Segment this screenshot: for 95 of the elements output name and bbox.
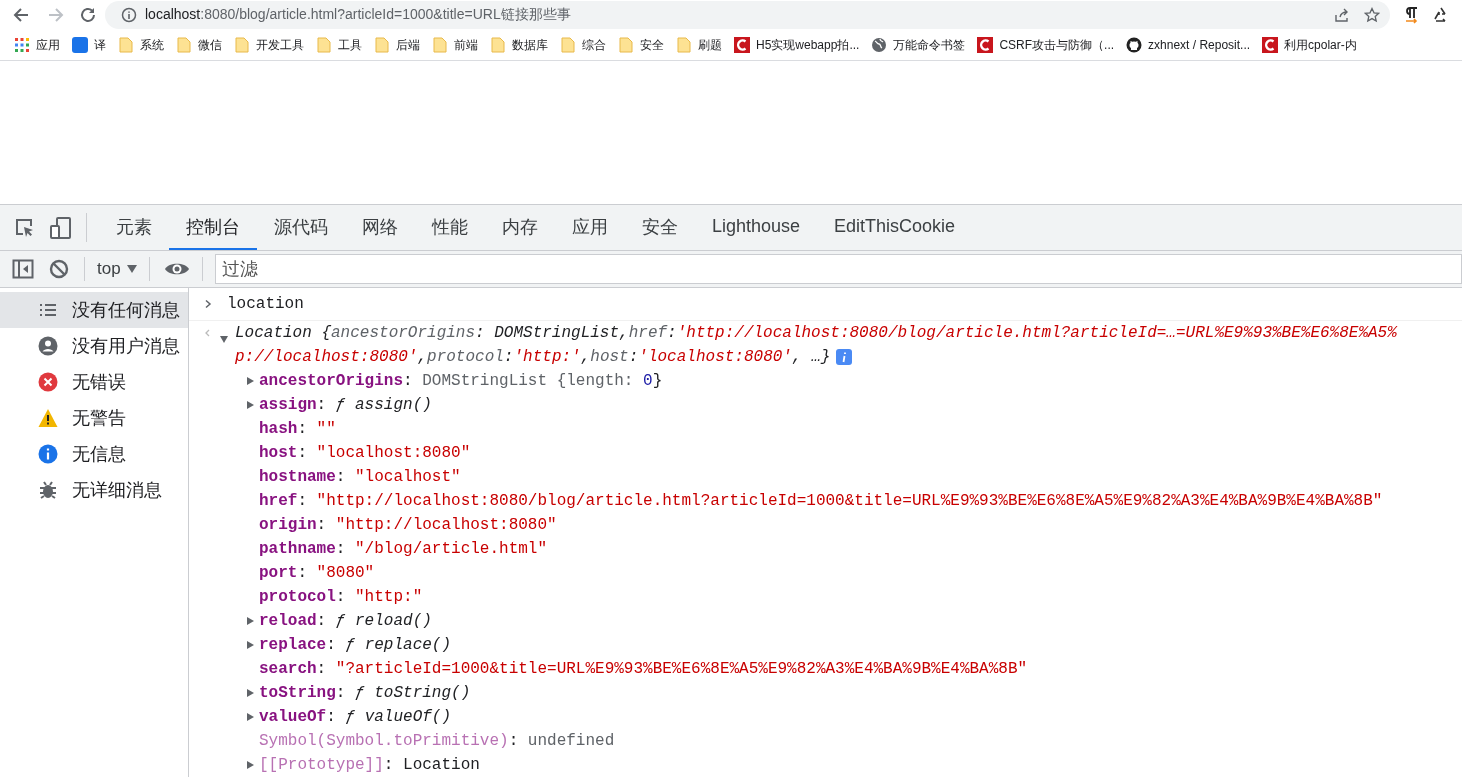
property-line: replace: ƒ replace() bbox=[259, 635, 452, 656]
property-line: hash: "" bbox=[259, 419, 336, 440]
address-bar[interactable]: localhost:8080/blog/article.html?articleId=1000&title=URL链接那些事 bbox=[105, 1, 1390, 30]
console-input-text: location bbox=[227, 294, 304, 315]
clear-console-icon[interactable] bbox=[48, 258, 70, 280]
expand-triangle-icon[interactable] bbox=[245, 640, 255, 650]
sidebar-item[interactable]: 无详细消息 bbox=[0, 472, 188, 508]
property-line: protocol: "http:" bbox=[259, 587, 423, 608]
site-logo-icon bbox=[734, 37, 750, 54]
property-line: hostname: "localhost" bbox=[259, 467, 461, 488]
error-icon bbox=[38, 372, 58, 392]
devtools-tab[interactable]: 安全 bbox=[625, 205, 695, 250]
site-logo-icon bbox=[1262, 37, 1279, 54]
input-prompt-icon bbox=[203, 299, 213, 309]
expand-triangle-icon[interactable] bbox=[245, 688, 255, 698]
devtools-tab[interactable]: Lighthouse bbox=[695, 205, 818, 250]
expand-triangle-icon[interactable] bbox=[245, 712, 255, 722]
context-selector[interactable]: top bbox=[97, 251, 137, 287]
folder-icon bbox=[316, 37, 332, 54]
property-line: origin: "http://localhost:8080" bbox=[259, 515, 557, 536]
share-icon[interactable] bbox=[1334, 7, 1350, 24]
property-line: pathname: "/blog/article.html" bbox=[259, 539, 548, 560]
sidebar-item[interactable]: 无信息 bbox=[0, 436, 188, 472]
folder-icon bbox=[490, 37, 506, 54]
star-icon[interactable] bbox=[1364, 7, 1380, 24]
object-summary-line[interactable]: Location {ancestorOrigins: DOMStringList,href:'http://localhost:8080/blog/article.html?articleId=…=URL%E9%93%BE%E6%8E%A5% bbox=[235, 321, 1397, 345]
globe-icon bbox=[871, 37, 888, 54]
sidebar-item[interactable]: 没有任何消息 bbox=[0, 292, 188, 328]
info-badge-icon[interactable] bbox=[836, 349, 853, 365]
devtools-tab[interactable]: 内存 bbox=[485, 205, 555, 250]
object-summary-line[interactable]: p://localhost:8080',protocol:'http:',host:'localhost:8080', …} bbox=[235, 345, 1397, 369]
sidebar-item[interactable]: 无错误 bbox=[0, 364, 188, 400]
eye-icon[interactable] bbox=[163, 261, 190, 277]
bookmark[interactable]: 后端 bbox=[370, 34, 424, 56]
folder-icon bbox=[118, 37, 134, 54]
bookmark[interactable]: 刷题 bbox=[672, 34, 726, 56]
property-line: [[Prototype]]: Location bbox=[259, 755, 480, 776]
bookmark[interactable]: 系统 bbox=[114, 34, 168, 56]
expand-triangle-icon[interactable] bbox=[245, 760, 255, 770]
property-line: href: "http://localhost:8080/blog/article.html?articleId=1000&title=URL%E9%93%BE%E6%8E%A5%E9%82%A3%E4%BA%9B%E4%BA%8B" bbox=[259, 491, 1383, 512]
devtools-tab[interactable]: EditThisCookie bbox=[817, 205, 973, 250]
sidebar-item[interactable]: 没有用户消息 bbox=[0, 328, 188, 364]
property-line: host: "localhost:8080" bbox=[259, 443, 471, 464]
apps-grid-icon bbox=[14, 37, 30, 54]
expand-triangle-icon[interactable] bbox=[245, 616, 255, 626]
folder-icon bbox=[618, 37, 634, 54]
folder-icon bbox=[176, 37, 192, 54]
bookmark[interactable]: CSRF攻击与防御（... bbox=[973, 34, 1119, 56]
folder-icon bbox=[234, 37, 250, 54]
bookmark[interactable]: H5实现webapp拍... bbox=[730, 34, 864, 56]
translate-icon bbox=[72, 37, 88, 54]
bookmark[interactable]: 微信 bbox=[172, 34, 226, 56]
devtools-tab[interactable]: 性能 bbox=[415, 205, 485, 250]
folder-icon bbox=[374, 37, 390, 54]
property-line: assign: ƒ assign() bbox=[259, 395, 432, 416]
warning-icon bbox=[38, 408, 58, 428]
bug-icon bbox=[38, 480, 58, 500]
sidebar-item[interactable]: 无警告 bbox=[0, 400, 188, 436]
expand-triangle-icon[interactable] bbox=[245, 400, 255, 410]
property-line: search: "?articleId=1000&title=URL%E9%93%BE%E6%8E%A5%E9%82%A3%E4%BA%9B%E4%BA%8B" bbox=[259, 659, 1028, 680]
filter-field[interactable]: 过滤 bbox=[214, 254, 1462, 284]
property-line: port: "8080" bbox=[259, 563, 375, 584]
devtools-tab[interactable]: 源代码 bbox=[257, 205, 345, 250]
bookmark[interactable]: 前端 bbox=[428, 34, 482, 56]
devtools-tab[interactable]: 网络 bbox=[345, 205, 415, 250]
bookmark[interactable]: zxhnext / Reposit... bbox=[1122, 35, 1255, 56]
bookmark[interactable]: 数据库 bbox=[486, 34, 552, 56]
devtools-tab[interactable]: 元素 bbox=[99, 205, 169, 250]
property-line: valueOf: ƒ valueOf() bbox=[259, 707, 452, 728]
device-toggle-icon[interactable] bbox=[50, 216, 72, 239]
expand-triangle-icon[interactable] bbox=[219, 334, 229, 344]
octocat-icon bbox=[1126, 37, 1143, 54]
info-icon bbox=[38, 444, 58, 464]
user-icon bbox=[38, 336, 58, 356]
property-line: Symbol(Symbol.toPrimitive): undefined bbox=[259, 731, 615, 752]
property-line: ancestorOrigins: DOMStringList {length: 0} bbox=[259, 371, 663, 392]
bookmark[interactable]: 综合 bbox=[556, 34, 610, 56]
property-line: toString: ƒ toString() bbox=[259, 683, 471, 704]
folder-icon bbox=[676, 37, 692, 54]
folder-icon bbox=[432, 37, 448, 54]
bookmark[interactable]: 开发工具 bbox=[230, 34, 308, 56]
site-logo-icon bbox=[977, 37, 994, 54]
bookmark[interactable]: 万能命令书签 bbox=[867, 34, 970, 56]
bookmark[interactable]: 应用 bbox=[10, 34, 64, 56]
bookmark[interactable]: 利用cpolar-内 bbox=[1258, 34, 1361, 56]
info-icon[interactable] bbox=[121, 7, 137, 24]
expand-triangle-icon[interactable] bbox=[245, 376, 255, 386]
sidebar-toggle-icon[interactable] bbox=[12, 258, 34, 280]
property-line: reload: ƒ reload() bbox=[259, 611, 432, 632]
dropdown-caret-icon bbox=[126, 265, 137, 273]
folder-icon bbox=[560, 37, 576, 54]
devtools-tab[interactable]: 应用 bbox=[555, 205, 625, 250]
bookmark[interactable]: 安全 bbox=[614, 34, 668, 56]
bookmark[interactable]: 译 bbox=[68, 34, 110, 56]
bookmark[interactable]: 工具 bbox=[312, 34, 366, 56]
